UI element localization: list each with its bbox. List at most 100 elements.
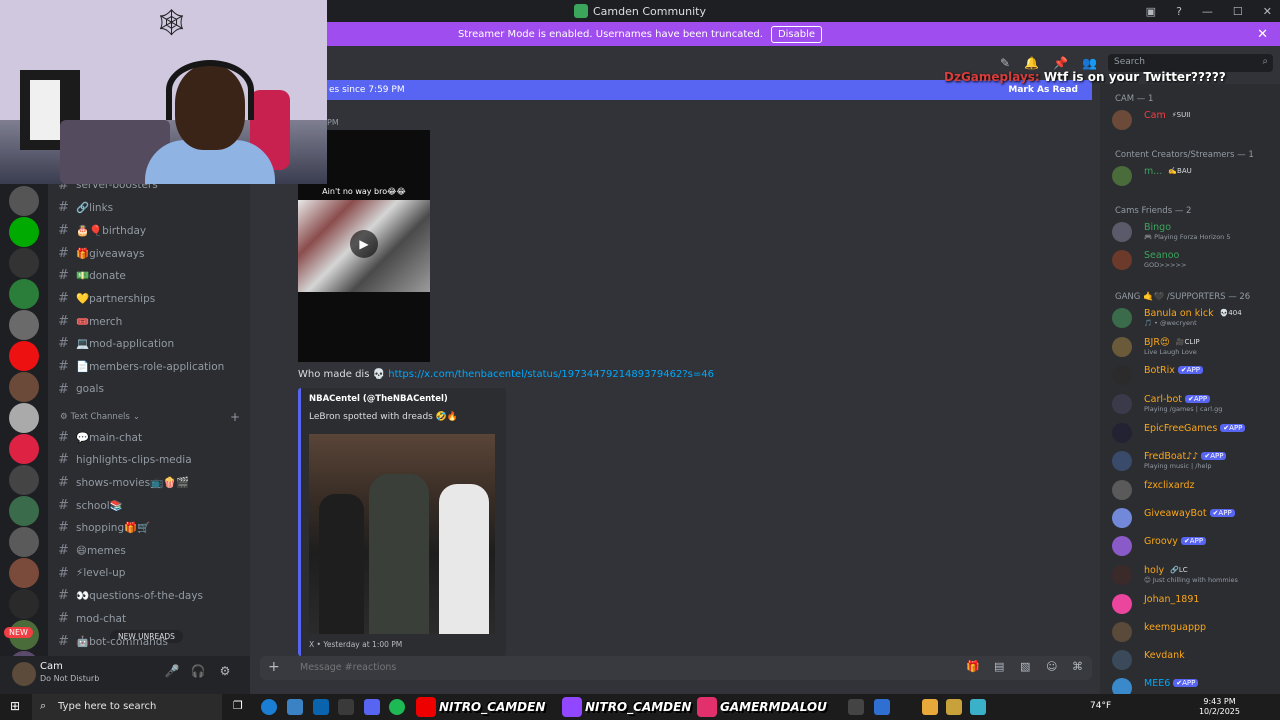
threads-icon[interactable]: ✎	[1000, 56, 1010, 70]
server-icon[interactable]	[9, 279, 39, 309]
member-item[interactable]: Cam ⚡SUII	[1112, 108, 1280, 132]
gif-icon[interactable]: ▤	[994, 660, 1004, 673]
channel-item[interactable]: # shopping🎁🛒	[58, 518, 243, 538]
member-item[interactable]: Banula on kick 💀404 🎵 • @wecryent	[1112, 306, 1280, 330]
windows-start-icon[interactable]: ⊞	[10, 699, 20, 713]
server-icon[interactable]	[9, 341, 39, 371]
app-icon[interactable]	[287, 699, 303, 715]
server-icon[interactable]	[9, 589, 39, 619]
member-item[interactable]: Carl-bot ✔APP Playing /games | carl.gg	[1112, 392, 1280, 416]
channel-item[interactable]: # 🎁giveaways	[58, 243, 243, 263]
channel-item[interactable]: # 💻mod-application	[58, 334, 243, 354]
channel-item[interactable]: # mod-chat	[58, 609, 243, 629]
emoji-icon[interactable]: ☺	[1046, 660, 1057, 673]
mute-icon[interactable]: 🎤	[162, 664, 182, 684]
headphones-icon[interactable]: 🎧	[188, 664, 208, 684]
channel-item[interactable]: # server-boosters	[58, 184, 243, 195]
server-icon[interactable]	[9, 527, 39, 557]
server-icon[interactable]	[9, 186, 39, 216]
server-icon[interactable]	[9, 248, 39, 278]
channel-item[interactable]: # school📚	[58, 495, 243, 515]
channel-item[interactable]: # goals	[58, 379, 243, 399]
channel-item[interactable]: # 💵donate	[58, 266, 243, 286]
member-item[interactable]: Bingo 🎮 Playing Forza Horizon 5	[1112, 220, 1280, 244]
channel-item[interactable]: # 🤖bot-commands	[58, 631, 243, 651]
tray-app-icon[interactable]	[922, 699, 938, 715]
discord-icon[interactable]	[364, 699, 380, 715]
member-item[interactable]: FredBoat♪♪ ✔APP Playing music | /help	[1112, 449, 1280, 473]
tray-app-icon[interactable]	[874, 699, 890, 715]
channel-item[interactable]: # 🔗links	[58, 198, 243, 218]
task-view-icon[interactable]: ❐	[233, 699, 249, 715]
channel-item[interactable]: # 💬main-chat	[58, 427, 243, 447]
apps-icon[interactable]: ⌘	[1072, 660, 1083, 673]
settings-gear-icon[interactable]: ⚙	[215, 664, 235, 684]
channel-item[interactable]: # 📄members-role-application	[58, 357, 243, 377]
close-banner-icon[interactable]: ✕	[1257, 27, 1268, 42]
member-item[interactable]: holy 🔗LC 😊 Just chilling with hommies	[1112, 563, 1280, 587]
member-item[interactable]: fzxclixardz	[1112, 478, 1280, 502]
tray-app-icon[interactable]	[946, 699, 962, 715]
channel-item[interactable]: # 🎟️merch	[58, 311, 243, 331]
member-item[interactable]: EpicFreeGames ✔APP	[1112, 421, 1280, 445]
member-item[interactable]: m... ✍️BAU	[1112, 164, 1280, 188]
member-item[interactable]: MEE6 ✔APP	[1112, 676, 1280, 694]
channel-item[interactable]: # 💛partnerships	[58, 289, 243, 309]
avatar[interactable]	[12, 662, 36, 686]
member-item[interactable]: keemguappp	[1112, 620, 1280, 644]
channel-item[interactable]: # shows-movies📺🍿🎬	[58, 472, 243, 492]
channel-name: 💛partnerships	[76, 293, 156, 305]
pin-icon[interactable]: 📌	[1053, 56, 1068, 70]
edge-icon[interactable]	[261, 699, 277, 715]
tray-app-icon[interactable]	[848, 699, 864, 715]
member-item[interactable]: BJR😍 🎥CLIP Live Laugh Love	[1112, 335, 1280, 359]
member-list-icon[interactable]: 👥	[1082, 56, 1097, 70]
outlook-icon[interactable]	[313, 699, 329, 715]
embed-image[interactable]	[309, 434, 495, 634]
server-icon[interactable]	[9, 310, 39, 340]
channel-item[interactable]: # 🎂🎈birthday	[58, 220, 243, 240]
store-icon[interactable]	[338, 699, 354, 715]
mark-as-read-button[interactable]: Mark As Read	[1008, 85, 1078, 95]
message-link[interactable]: https://x.com/thenbacentel/status/197344…	[388, 369, 714, 380]
member-item[interactable]: Groovy ✔APP	[1112, 534, 1280, 558]
notification-bell-icon[interactable]: 🔔	[1024, 56, 1039, 70]
minimize-button[interactable]: —	[1202, 5, 1213, 18]
help-icon[interactable]: ?	[1176, 5, 1182, 18]
channel-item[interactable]: # 👀questions-of-the-days	[58, 586, 243, 606]
new-badge[interactable]: NEW	[4, 627, 33, 638]
channel-item[interactable]: # highlights-clips-media	[58, 450, 243, 470]
member-item[interactable]: BotRix ✔APP	[1112, 363, 1280, 387]
maximize-button[interactable]: ☐	[1233, 5, 1243, 18]
message-input[interactable]	[300, 662, 700, 673]
member-item[interactable]: Seanoo GOD>>>>>	[1112, 248, 1280, 272]
clock[interactable]: 9:43 PM 10/2/2025	[1199, 697, 1240, 717]
member-item[interactable]: GiveawayBot ✔APP	[1112, 506, 1280, 530]
spotify-icon[interactable]	[389, 699, 405, 715]
disable-button[interactable]: Disable	[770, 25, 823, 43]
member-item[interactable]: Kevdank	[1112, 648, 1280, 672]
channel-item[interactable]: # ⚡level-up	[58, 563, 243, 583]
inbox-icon[interactable]: ▣	[1146, 5, 1156, 18]
server-icon[interactable]	[9, 465, 39, 495]
embed-author[interactable]: NBACentel (@TheNBACentel)	[309, 394, 448, 404]
server-icon[interactable]	[9, 372, 39, 402]
gift-icon[interactable]: 🎁	[966, 660, 980, 673]
channel-item[interactable]: # 😄memes	[58, 541, 243, 561]
server-icon[interactable]	[9, 434, 39, 464]
sticker-icon[interactable]: ▧	[1020, 660, 1030, 673]
attach-plus-icon[interactable]: +	[268, 659, 280, 675]
close-window-button[interactable]: ✕	[1263, 5, 1272, 18]
server-icon[interactable]	[9, 403, 39, 433]
server-icon[interactable]	[9, 558, 39, 588]
taskbar-search[interactable]: ⌕ Type here to search	[32, 694, 222, 720]
member-item[interactable]: Johan_1891	[1112, 592, 1280, 616]
member-name-text: BJR😍	[1144, 337, 1170, 348]
add-channel-icon[interactable]: +	[230, 410, 240, 424]
play-icon[interactable]: ▶	[350, 230, 378, 258]
server-icon[interactable]	[9, 217, 39, 247]
hash-icon: #	[58, 452, 69, 468]
tray-app-icon[interactable]	[970, 699, 986, 715]
server-icon[interactable]	[9, 496, 39, 526]
category-text-channels[interactable]: ⚙ Text Channels ⌄ +	[60, 410, 240, 424]
